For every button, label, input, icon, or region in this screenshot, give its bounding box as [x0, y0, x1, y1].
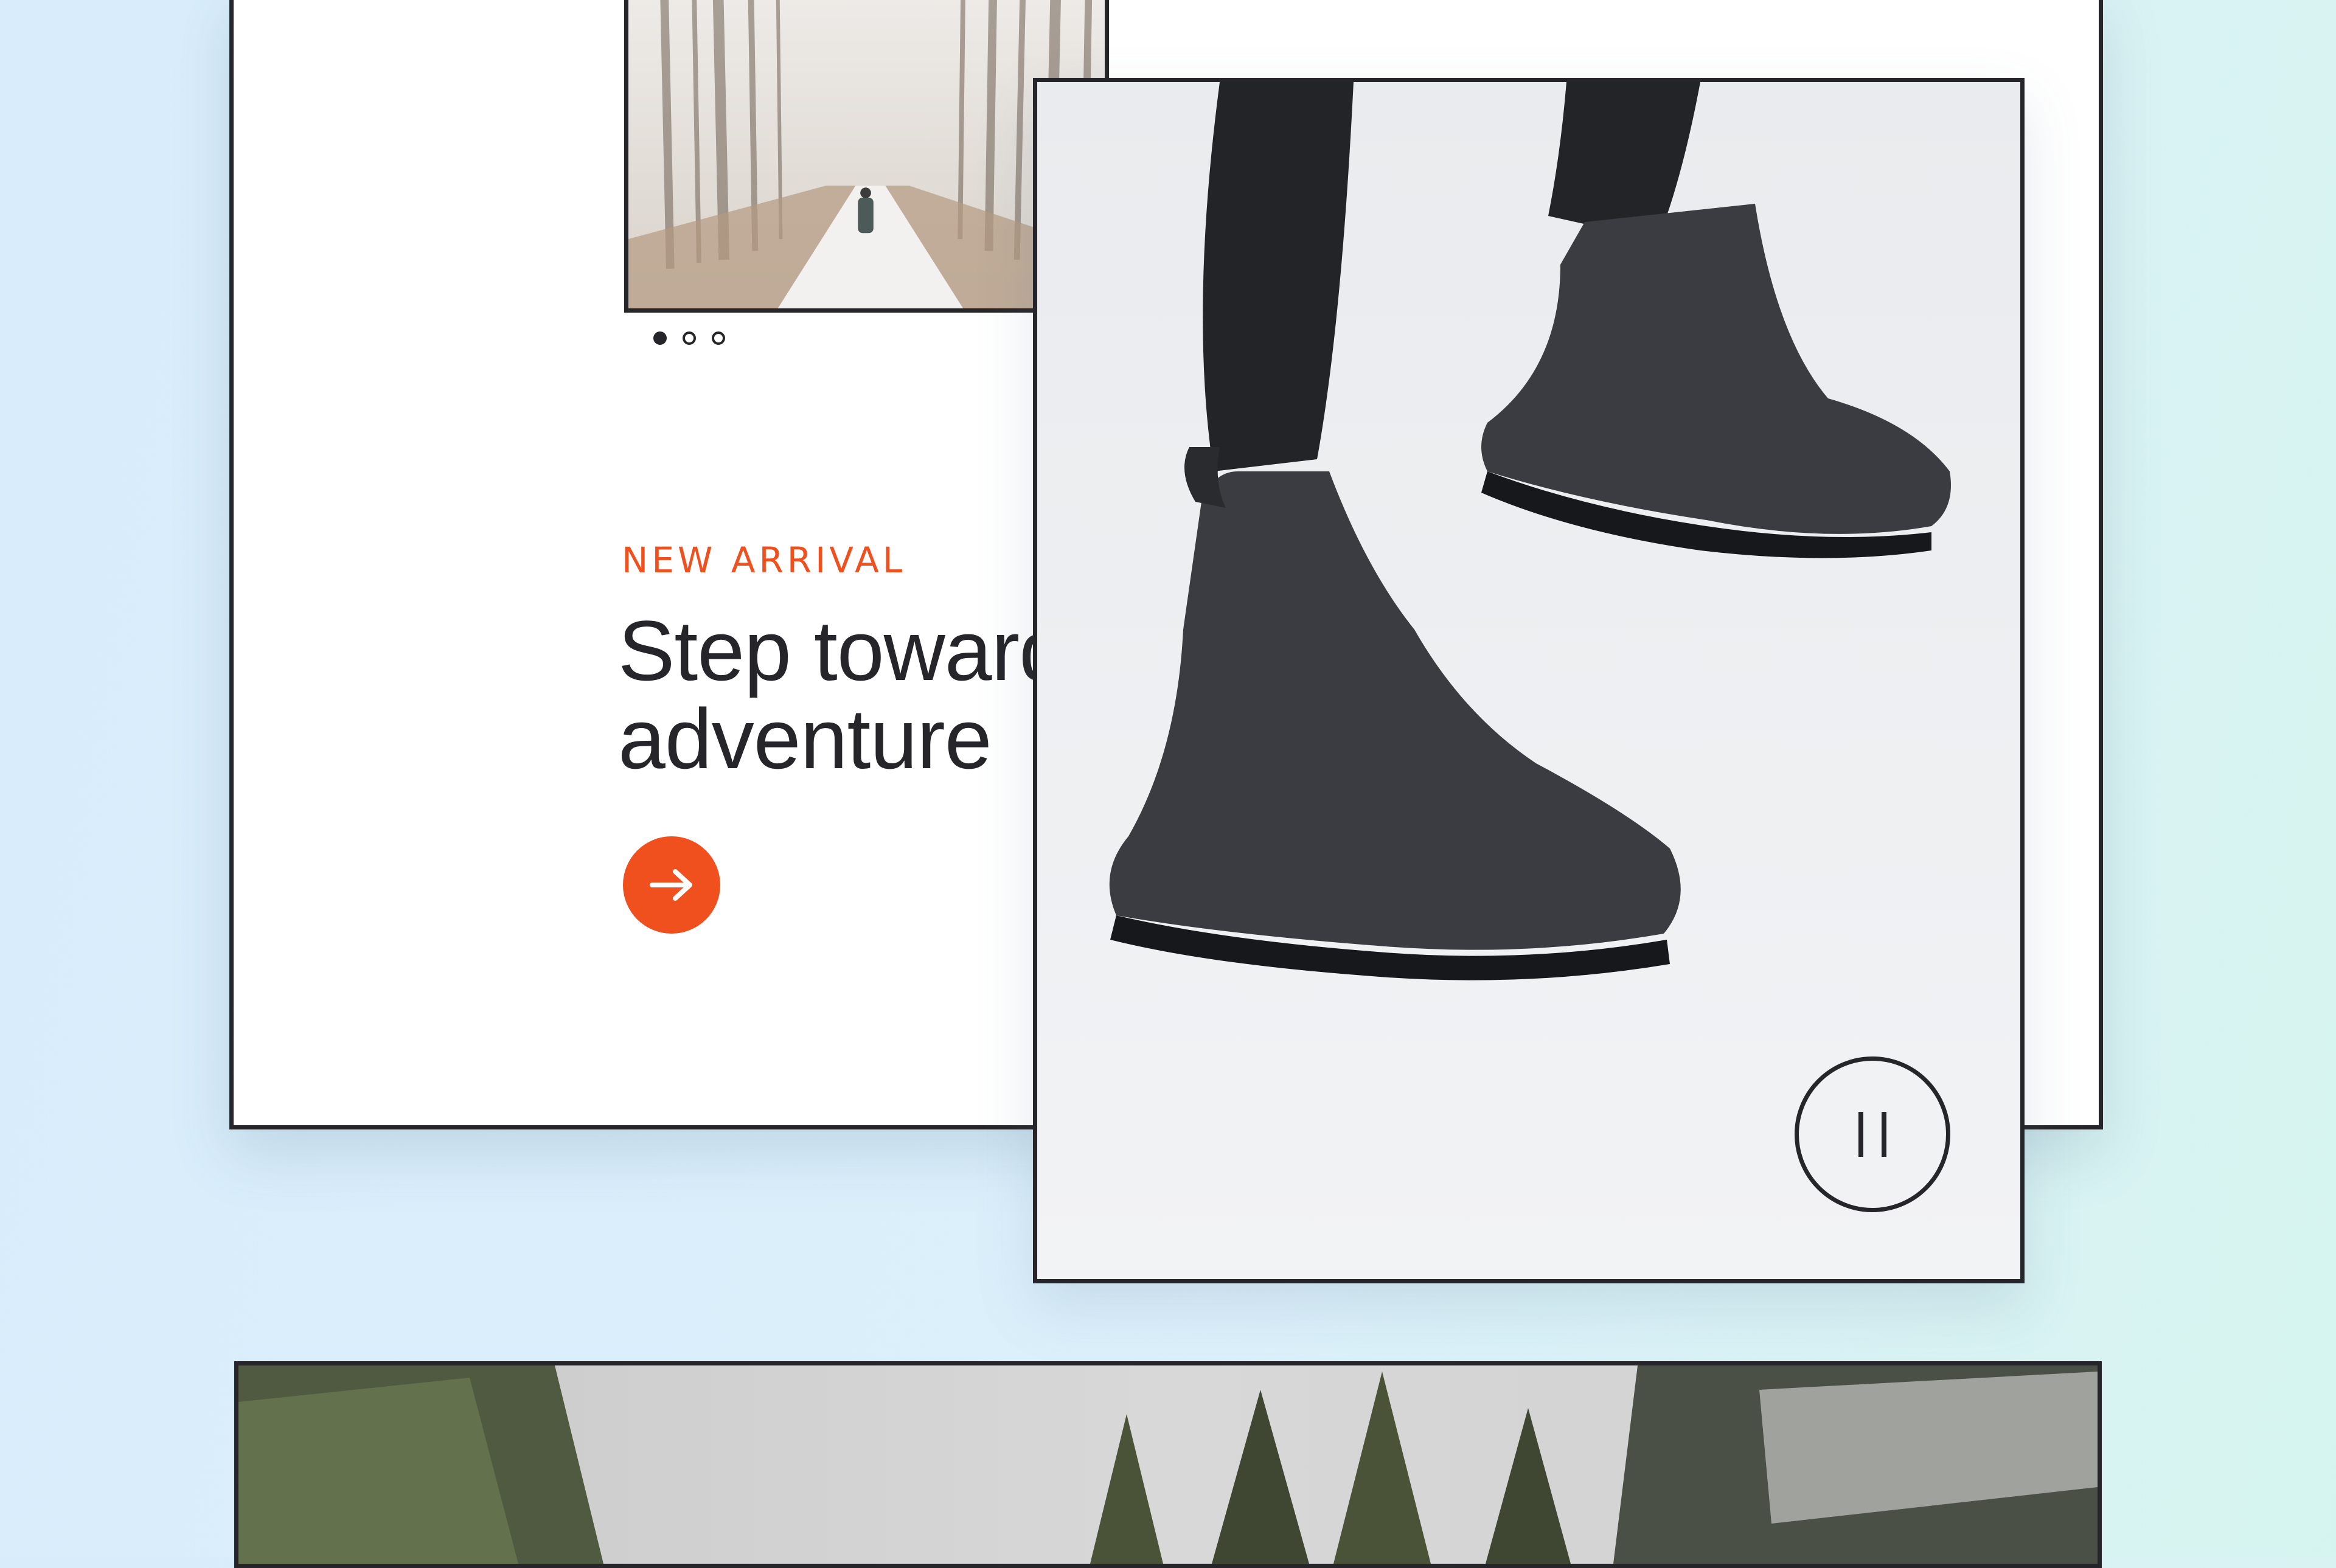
pause-button[interactable] — [1795, 1056, 1950, 1212]
slide-2-dot[interactable] — [683, 331, 696, 345]
arrow-right-icon — [650, 869, 692, 901]
eyebrow-label: NEW ARRIVAL — [622, 539, 906, 581]
hero-boots-image — [1033, 78, 2025, 1283]
slide-3-dot[interactable] — [712, 331, 725, 345]
slide-1-dot[interactable] — [653, 331, 667, 345]
pause-bar-right — [1882, 1112, 1886, 1157]
snowy-pines-illustration — [238, 1365, 2098, 1564]
winter-forest-image — [234, 1361, 2102, 1568]
carousel-indicators — [653, 331, 725, 345]
shop-now-button[interactable] — [623, 836, 720, 934]
pause-bar-left — [1858, 1112, 1863, 1157]
